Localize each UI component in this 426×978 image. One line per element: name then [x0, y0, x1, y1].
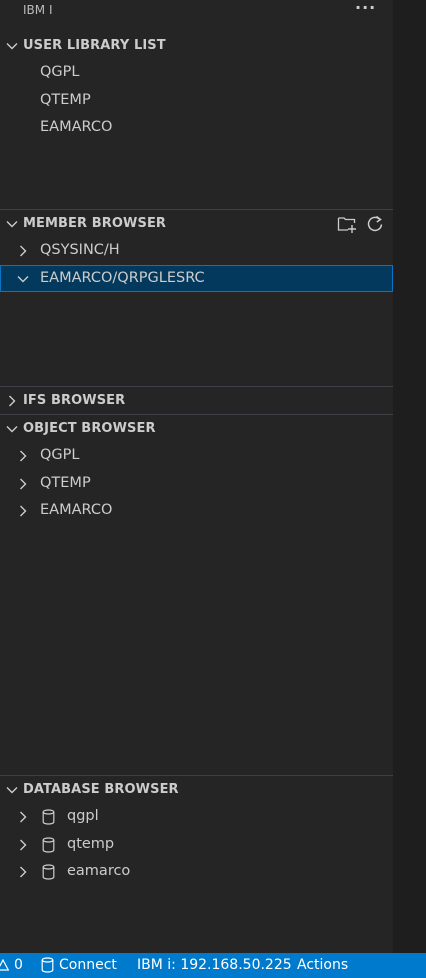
section-title: USER LIBRARY LIST — [23, 38, 166, 53]
section-title: OBJECT BROWSER — [23, 421, 156, 436]
source-file-label: QSYSINC/H — [40, 242, 120, 258]
status-bar: 0 Connect IBM i: 192.168.50.225 Actions — [0, 953, 426, 978]
chevron-right-icon — [16, 865, 30, 879]
ifs-browser-header[interactable]: IFS BROWSER — [0, 388, 393, 414]
chevron-right-icon — [16, 244, 30, 258]
library-label: QGPL — [40, 64, 80, 80]
database-icon — [42, 864, 55, 880]
user-library-list-section: USER LIBRARY LIST QGPL QTEMP EAMARCO — [0, 33, 393, 142]
more-actions-icon[interactable]: ··· — [355, 0, 376, 17]
chevron-down-icon — [5, 39, 19, 53]
explorer-sidebar: IBM I ··· USER LIBRARY LIST QGPL QTEMP E… — [0, 0, 393, 953]
list-item[interactable]: QTEMP — [0, 470, 393, 498]
list-item[interactable]: eamarco — [0, 858, 393, 886]
chevron-right-icon — [16, 477, 30, 491]
library-label: QTEMP — [40, 91, 91, 108]
source-file-label: EAMARCO/QRPGLESRC — [40, 269, 205, 286]
object-browser-section: OBJECT BROWSER QGPL QTEMP EAMARCO — [0, 414, 393, 525]
chevron-right-icon — [16, 504, 30, 518]
refresh-icon[interactable] — [365, 214, 385, 234]
schema-label: qgpl — [67, 808, 99, 824]
connect-label: Connect — [59, 957, 117, 973]
schema-label: eamarco — [67, 863, 131, 879]
connection-status[interactable]: IBM i: 192.168.50.225 — [137, 957, 292, 973]
library-label: EAMARCO — [40, 119, 113, 135]
actions-status[interactable]: Actions — [297, 957, 348, 973]
library-label: EAMARCO — [40, 502, 113, 518]
database-browser-header[interactable]: DATABASE BROWSER — [0, 777, 393, 803]
member-browser-header[interactable]: MEMBER BROWSER — [0, 211, 393, 237]
member-browser-section: MEMBER BROWSER QSYSINC/H EAMARCO/QRPGLES… — [0, 209, 393, 292]
list-item[interactable]: QGPL — [0, 59, 393, 87]
database-browser-section: DATABASE BROWSER qgpl qtemp eamarco — [0, 775, 393, 886]
user-library-list-header[interactable]: USER LIBRARY LIST — [0, 33, 393, 59]
warning-count: 0 — [14, 957, 23, 973]
connection-label: IBM i: 192.168.50.225 — [137, 957, 292, 973]
library-label: QTEMP — [40, 474, 91, 491]
list-item[interactable]: qtemp — [0, 831, 393, 859]
connect-status[interactable]: Connect — [41, 957, 117, 973]
list-item-selected[interactable]: EAMARCO/QRPGLESRC — [0, 264, 393, 292]
chevron-down-icon — [5, 783, 19, 797]
warning-icon — [0, 959, 9, 971]
object-browser-header[interactable]: OBJECT BROWSER — [0, 416, 393, 442]
section-title: MEMBER BROWSER — [23, 216, 167, 231]
new-folder-icon[interactable] — [337, 214, 357, 234]
sidebar-title: IBM I — [23, 3, 53, 17]
problems-status[interactable]: 0 — [0, 957, 23, 973]
ifs-browser-section: IFS BROWSER — [0, 386, 393, 414]
list-item[interactable]: QGPL — [0, 442, 393, 470]
list-item[interactable]: QSYSINC/H — [0, 237, 393, 265]
list-item[interactable]: qgpl — [0, 803, 393, 831]
chevron-right-icon — [16, 838, 30, 852]
list-item[interactable]: EAMARCO — [0, 114, 393, 142]
database-icon — [41, 957, 54, 973]
section-title: IFS BROWSER — [23, 393, 126, 408]
chevron-down-icon — [16, 272, 30, 286]
list-item[interactable]: QTEMP — [0, 87, 393, 115]
library-label: QGPL — [40, 447, 80, 463]
schema-label: qtemp — [67, 835, 115, 852]
chevron-down-icon — [5, 217, 19, 231]
database-icon — [42, 836, 55, 853]
member-browser-actions — [337, 214, 385, 234]
sidebar-title-bar: IBM I ··· — [0, 0, 393, 24]
actions-label: Actions — [297, 957, 349, 973]
chevron-right-icon — [16, 449, 30, 463]
chevron-right-icon — [16, 810, 30, 824]
editor-area-edge — [393, 0, 426, 953]
section-title: DATABASE BROWSER — [23, 782, 179, 797]
chevron-down-icon — [5, 422, 19, 436]
list-item[interactable]: EAMARCO — [0, 497, 393, 525]
database-icon — [42, 809, 55, 825]
chevron-right-icon — [5, 394, 19, 408]
